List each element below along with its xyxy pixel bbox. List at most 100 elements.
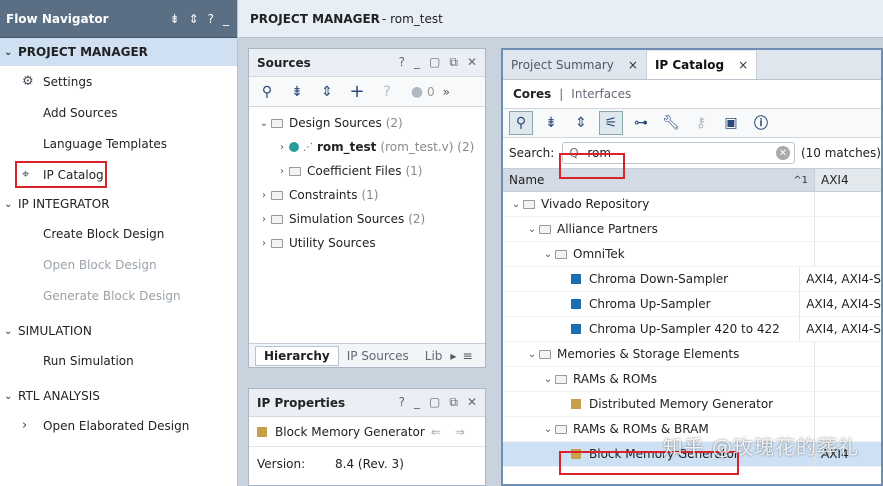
column-axi[interactable]: AXI4 xyxy=(815,173,849,187)
tab-ip-sources[interactable]: IP Sources xyxy=(339,349,417,363)
chevron-down-icon[interactable]: ⌄ xyxy=(257,118,271,129)
nav-item-create-block-design[interactable]: Create Block Design xyxy=(0,218,237,249)
close-icon[interactable]: × xyxy=(628,58,638,72)
tree-row-coefficient-files[interactable]: › Coefficient Files (1) xyxy=(249,159,485,183)
nav-item-generate-block-design[interactable]: Generate Block Design xyxy=(0,280,237,311)
chevron-down-icon[interactable]: ⌄ xyxy=(541,249,555,260)
close-icon[interactable]: × xyxy=(738,58,748,72)
expand-all-icon[interactable]: ⇕ xyxy=(569,111,593,135)
ip-table-row[interactable]: Chroma Up-Sampler AXI4, AXI4-S xyxy=(503,292,881,317)
chevron-down-icon[interactable]: ⌄ xyxy=(4,199,18,210)
chevron-down-icon[interactable]: ⌄ xyxy=(4,47,18,58)
ip-table-row[interactable]: Chroma Up-Sampler 420 to 422 AXI4, AXI4-S xyxy=(503,317,881,342)
section-simulation[interactable]: ⌄ SIMULATION xyxy=(0,317,237,345)
filter-icon[interactable]: ⚟ xyxy=(599,111,623,135)
tree-row-rom-test[interactable]: › ⋰ rom_test (rom_test.v) (2) xyxy=(249,135,485,159)
float-icon[interactable]: ⧉ xyxy=(449,395,458,410)
tab-project-summary[interactable]: Project Summary × xyxy=(503,51,647,79)
help-icon[interactable]: ? xyxy=(208,12,214,26)
section-ip-integrator[interactable]: ⌄ IP INTEGRATOR xyxy=(0,190,237,218)
collapse-all-icon[interactable]: ⇟ xyxy=(285,80,309,104)
ip-table-row[interactable]: ⌄ Alliance Partners xyxy=(503,217,881,242)
key-icon[interactable]: ⚷ xyxy=(689,111,713,135)
close-icon[interactable]: ✕ xyxy=(467,55,477,70)
expand-all-icon[interactable]: ⇕ xyxy=(315,80,339,104)
tab-hierarchy[interactable]: Hierarchy xyxy=(255,345,339,366)
maximize-icon[interactable]: ▢ xyxy=(429,395,440,410)
chevron-down-icon[interactable]: ⌄ xyxy=(541,374,555,385)
subtab-interfaces[interactable]: Interfaces xyxy=(571,87,631,101)
ip-axi-cell: AXI4, AXI4-S xyxy=(806,272,881,286)
sort-ascending-icon[interactable]: ^1 xyxy=(793,175,808,186)
folder-icon xyxy=(555,249,567,259)
chevron-down-icon[interactable]: ⌄ xyxy=(525,349,539,360)
back-icon[interactable]: ⇐ xyxy=(431,425,441,439)
tab-scroll-right-icon[interactable]: ▸ xyxy=(450,349,456,363)
tab-ip-catalog[interactable]: IP Catalog × xyxy=(646,51,758,79)
minimize-icon[interactable]: _ xyxy=(414,395,420,410)
expand-all-icon[interactable]: ⇕ xyxy=(189,12,199,26)
minimize-icon[interactable]: _ xyxy=(414,55,420,70)
chevron-down-icon[interactable]: ⌄ xyxy=(509,199,523,210)
close-icon[interactable]: ✕ xyxy=(467,395,477,410)
tree-row-simulation-sources[interactable]: › Simulation Sources (2) xyxy=(249,207,485,231)
ip-name-cell: ⌄ Alliance Partners xyxy=(503,217,815,241)
tab-libraries[interactable]: Lib xyxy=(417,349,451,363)
chevron-right-icon[interactable]: › xyxy=(22,418,27,433)
collapse-all-icon[interactable]: ⇟ xyxy=(539,111,563,135)
help-icon[interactable]: ? xyxy=(399,55,405,70)
ip-table-row[interactable]: ⌄ OmniTek xyxy=(503,242,881,267)
ip-name-cell: ⌄ Vivado Repository xyxy=(503,192,815,216)
chevron-right-icon[interactable]: › xyxy=(275,166,289,177)
chevron-down-icon[interactable]: ⌄ xyxy=(4,326,18,337)
ip-catalog-panel: Project Summary × IP Catalog × Cores | I… xyxy=(501,48,883,486)
nav-item-language-templates[interactable]: Language Templates xyxy=(0,128,237,159)
ip-core-icon xyxy=(571,299,581,309)
chevron-down-icon[interactable]: ⌄ xyxy=(4,391,18,402)
ip-table-row[interactable]: ⌄ Memories & Storage Elements xyxy=(503,342,881,367)
forward-icon[interactable]: ⇒ xyxy=(455,425,465,439)
ip-table-row[interactable]: ⌄ Vivado Repository xyxy=(503,192,881,217)
tree-row-constraints[interactable]: › Constraints (1) xyxy=(249,183,485,207)
tab-menu-icon[interactable]: ≡ xyxy=(462,349,472,363)
ip-table-body: ⌄ Vivado Repository ⌄ Alliance Partners ⌄ Omn… xyxy=(503,192,881,467)
hierarchy-icon[interactable]: ⊶ xyxy=(629,111,653,135)
search-icon[interactable]: ⚲ xyxy=(255,80,279,104)
tree-row-design-sources[interactable]: ⌄ Design Sources (2) xyxy=(249,111,485,135)
section-project-manager[interactable]: ⌄ PROJECT MANAGER xyxy=(0,38,237,66)
ip-table-row[interactable]: Chroma Down-Sampler AXI4, AXI4-S xyxy=(503,267,881,292)
float-icon[interactable]: ⧉ xyxy=(449,55,458,70)
nav-item-settings[interactable]: ⚙ Settings xyxy=(0,66,237,97)
chevron-right-icon[interactable]: › xyxy=(257,238,271,249)
info-icon[interactable]: ⓘ xyxy=(749,111,773,135)
help-icon[interactable]: ? xyxy=(399,395,405,410)
folder-icon xyxy=(539,349,551,359)
column-name[interactable]: Name ^1 xyxy=(503,169,815,191)
nav-item-open-elaborated-design[interactable]: › Open Elaborated Design xyxy=(0,410,237,441)
ip-table-row[interactable]: Distributed Memory Generator xyxy=(503,392,881,417)
chevron-down-icon[interactable]: ⌄ xyxy=(541,424,555,435)
chevron-right-icon[interactable]: › xyxy=(257,190,271,201)
search-icon[interactable]: ⚲ xyxy=(509,111,533,135)
ip-name-cell: Chroma Down-Sampler xyxy=(503,267,801,291)
ip-table-row[interactable]: ⌄ RAMs & ROMs xyxy=(503,367,881,392)
nav-item-add-sources[interactable]: Add Sources xyxy=(0,97,237,128)
maximize-icon[interactable]: ▢ xyxy=(429,55,440,70)
folder-icon xyxy=(271,238,283,248)
section-rtl-analysis[interactable]: ⌄ RTL ANALYSIS xyxy=(0,382,237,410)
chevron-right-icon[interactable]: › xyxy=(275,142,289,153)
chevron-right-icon[interactable]: › xyxy=(257,214,271,225)
nav-item-run-simulation[interactable]: Run Simulation xyxy=(0,345,237,376)
collapse-all-icon[interactable]: ⇟ xyxy=(170,12,180,26)
doc-question-icon[interactable]: ? xyxy=(375,80,399,104)
wrench-icon[interactable]: 🔧︎ xyxy=(659,111,683,135)
nav-item-open-block-design[interactable]: Open Block Design xyxy=(0,249,237,280)
minimize-icon[interactable]: _ xyxy=(223,12,229,26)
add-icon[interactable]: + xyxy=(345,80,369,104)
more-chevron-icon[interactable]: » xyxy=(443,85,450,99)
subtab-cores[interactable]: Cores xyxy=(513,87,551,101)
tree-row-utility-sources[interactable]: › Utility Sources xyxy=(249,231,485,255)
clear-search-icon[interactable]: ✕ xyxy=(775,146,790,160)
chip-icon[interactable]: ▣ xyxy=(719,111,743,135)
chevron-down-icon[interactable]: ⌄ xyxy=(525,224,539,235)
